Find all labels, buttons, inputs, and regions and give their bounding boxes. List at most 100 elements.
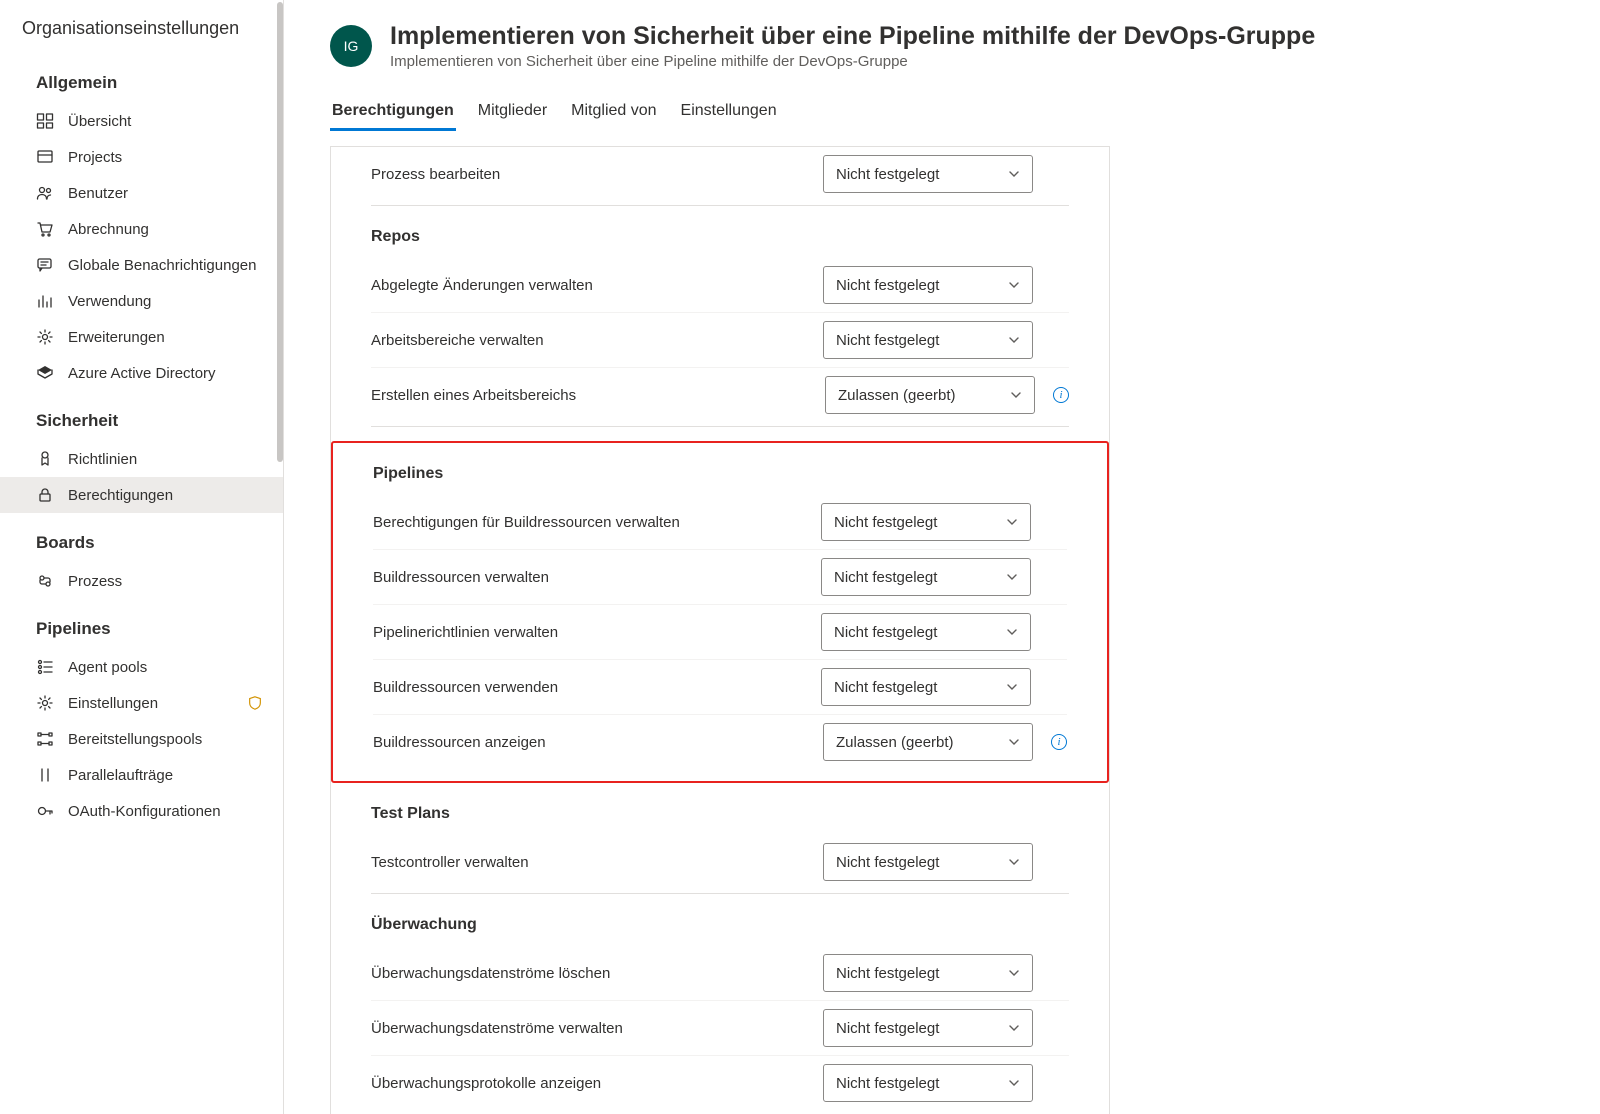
sidebar-item-label: Berechtigungen [68,487,173,504]
permission-label: Berechtigungen für Buildressourcen verwa… [373,514,821,531]
sidebar-item-berechtigungen[interactable]: Berechtigungen [0,477,283,513]
aad-icon [36,364,54,382]
sidebar-item-label: Einstellungen [68,695,158,712]
permission-row: Erstellen eines ArbeitsbereichsZulassen … [371,368,1069,422]
policy-icon [36,450,54,468]
chevron-down-icon [1006,571,1018,583]
tab-einstellungen[interactable]: Einstellungen [679,94,779,131]
permission-row: Überwachungsprotokolle anzeigenNicht fes… [371,1056,1069,1110]
chevron-down-icon [1008,967,1020,979]
permission-label: Arbeitsbereiche verwalten [371,332,823,349]
permission-section-title: Repos [371,228,1069,246]
permission-dropdown[interactable]: Nicht festgelegt [821,558,1031,596]
sidebar-item-agent-pools[interactable]: Agent pools [0,649,283,685]
permission-row: Arbeitsbereiche verwalten Nicht festgeleg… [371,313,1069,368]
permission-dropdown[interactable]: Zulassen (geerbt) [823,723,1033,761]
cart-icon [36,220,54,238]
chevron-down-icon [1008,279,1020,291]
sidebar: ▴ Organisationseinstellungen AllgemeinÜb… [0,0,284,1114]
chevron-down-icon [1008,736,1020,748]
oauth-icon [36,802,54,820]
deploy-icon [36,730,54,748]
permission-label: Überwachungsdatenströme verwalten [371,1020,823,1037]
permission-dropdown[interactable]: Nicht festgelegt [821,503,1031,541]
tab-mitglied-von[interactable]: Mitglied von [569,94,658,131]
sidebar-item-richtlinien[interactable]: Richtlinien [0,441,283,477]
sidebar-section-heading: Sicherheit [0,391,283,441]
permission-value: Nicht festgelegt [836,854,939,871]
chevron-down-icon [1006,626,1018,638]
permission-dropdown[interactable]: Nicht festgelegt [821,613,1031,651]
scrollbar-thumb[interactable] [277,2,283,462]
permission-section-title: Pipelines [373,465,1067,483]
sidebar-item-abrechnung[interactable]: Abrechnung [0,211,283,247]
sidebar-item-azure-active-directory[interactable]: Azure Active Directory [0,355,283,391]
sidebar-item--bersicht[interactable]: Übersicht [0,103,283,139]
tab-bar: Berechtigungen Mitglieder Mitglied von Eins… [330,94,1570,132]
sidebar-item-label: Benutzer [68,185,128,202]
sidebar-section-heading: Pipelines [0,599,283,649]
permission-label: Prozess bearbeiten [371,166,823,183]
scrollbar-track[interactable] [277,0,283,1114]
permission-row: Prozess bearbeiten Nicht festgelegt [371,147,1069,201]
sidebar-item-label: Globale Benachrichtigungen [68,257,256,274]
permission-dropdown[interactable]: Nicht festgelegt [823,954,1033,992]
shield-icon [247,695,263,711]
permission-value: Nicht festgelegt [836,1075,939,1092]
tab-mitglieder[interactable]: Mitglieder [476,94,549,131]
gear2-icon [36,694,54,712]
sidebar-item-label: Bereitstellungspools [68,731,202,748]
sidebar-item-benutzer[interactable]: Benutzer [0,175,283,211]
permission-dropdown[interactable]: Nicht festgelegt [823,1009,1033,1047]
main-content: IG Implementieren von Sicherheit über ei… [284,0,1600,1114]
info-icon[interactable]: i [1051,734,1067,750]
sidebar-item-label: Abrechnung [68,221,149,238]
permission-row: Testcontroller verwaltenNicht festgelegt [371,835,1069,889]
sidebar-item-prozess[interactable]: Prozess [0,563,283,599]
sidebar-item-parallelauftr-ge[interactable]: Parallelaufträge [0,757,283,793]
summary-icon [36,112,54,130]
sidebar-item-verwendung[interactable]: Verwendung [0,283,283,319]
sidebar-item-oauth-konfigurationen[interactable]: OAuth-Konfigurationen [0,793,283,829]
sidebar-item-label: Richtlinien [68,451,137,468]
group-avatar: IG [330,25,372,67]
chevron-down-icon [1006,681,1018,693]
page-subtitle: Implementieren von Sicherheit über eine … [390,53,1570,70]
permission-value: Nicht festgelegt [836,166,939,183]
gear-icon [36,328,54,346]
permission-dropdown[interactable]: Nicht festgelegt [823,1064,1033,1102]
permission-value: Zulassen (geerbt) [838,387,956,404]
permission-dropdown[interactable]: Nicht festgelegt [823,843,1033,881]
sidebar-item-label: Erweiterungen [68,329,165,346]
permission-label: Pipelinerichtlinien verwalten [373,624,821,641]
permission-value: Nicht festgelegt [834,624,937,641]
sidebar-item-label: Verwendung [68,293,151,310]
permission-dropdown[interactable]: Nicht festgelegt [823,321,1033,359]
sidebar-item-bereitstellungspools[interactable]: Bereitstellungspools [0,721,283,757]
permission-row: Pipelinerichtlinien verwalten Nicht festg… [373,605,1067,660]
permission-dropdown[interactable]: Nicht festgelegt [823,266,1033,304]
sidebar-item-erweiterungen[interactable]: Erweiterungen [0,319,283,355]
permission-value: Nicht festgelegt [834,569,937,586]
permission-value: Nicht festgelegt [836,332,939,349]
chevron-down-icon [1006,516,1018,528]
chevron-down-icon [1010,389,1022,401]
permission-section-title: Überwachung [371,916,1069,934]
users-icon [36,184,54,202]
permission-dropdown[interactable]: Nicht festgelegt [823,155,1033,193]
sidebar-item-globale-benachrichtigungen[interactable]: Globale Benachrichtigungen [0,247,283,283]
permission-section-title: Test Plans [371,805,1069,823]
permission-dropdown[interactable]: Nicht festgelegt [821,668,1031,706]
permission-label: Abgelegte Änderungen verwalten [371,277,823,294]
tab-berechtigungen[interactable]: Berechtigungen [330,94,456,131]
chevron-down-icon [1008,334,1020,346]
permission-value: Nicht festgelegt [836,1020,939,1037]
usage-icon [36,292,54,310]
sidebar-item-einstellungen[interactable]: Einstellungen [0,685,283,721]
sidebar-section-heading: Boards [0,513,283,563]
permission-dropdown[interactable]: Zulassen (geerbt) [825,376,1035,414]
sidebar-item-label: Agent pools [68,659,147,676]
info-icon[interactable]: i [1053,387,1069,403]
sidebar-item-projects[interactable]: Projects [0,139,283,175]
permission-label: Buildressourcen verwalten [373,569,821,586]
